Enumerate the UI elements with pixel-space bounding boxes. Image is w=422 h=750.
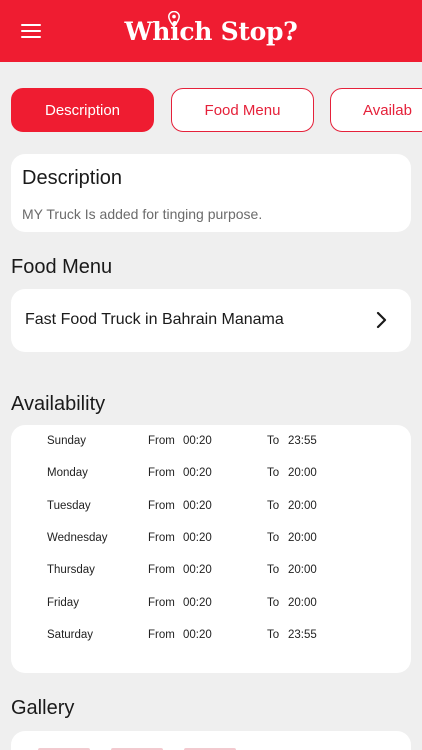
day-label: Saturday [47,629,94,641]
from-time: 00:20 [183,597,212,609]
availability-row: Friday From 00:20 To 20:00 [11,597,411,617]
from-label: From [148,564,175,576]
to-time: 23:55 [288,629,317,641]
tab-availability[interactable]: Availab [330,88,422,132]
from-label: From [148,500,175,512]
to-time: 23:55 [288,435,317,447]
availability-row: Monday From 00:20 To 20:00 [11,467,411,487]
availability-row: Wednesday From 00:20 To 20:00 [11,532,411,552]
from-time: 00:20 [183,532,212,544]
description-title: Description [22,167,123,189]
to-time: 20:00 [288,564,317,576]
to-label: To [267,500,280,512]
description-text: MY Truck Is added for tinging purpose. [22,206,263,222]
day-label: Tuesday [47,500,91,512]
to-label: To [267,532,280,544]
from-label: From [148,435,175,447]
availability-title: Availability [11,393,106,415]
from-time: 00:20 [183,435,212,447]
app-title-text: Which Stop? [124,16,298,46]
description-card: Description MY Truck Is added for tingin… [11,154,411,232]
tab-bar: Description Food Menu Availab [0,88,422,132]
food-menu-item-label: Fast Food Truck in Bahrain Manama [25,311,284,328]
to-label: To [267,467,280,479]
availability-card: Sunday From 00:20 To 23:55 Monday From 0… [11,425,411,673]
day-label: Monday [47,467,88,479]
to-label: To [267,564,280,576]
app-header: Which Stop? [0,0,422,62]
day-label: Sunday [47,435,87,447]
to-time: 20:00 [288,532,317,544]
from-time: 00:20 [183,629,212,641]
from-label: From [148,467,175,479]
food-menu-item[interactable]: Fast Food Truck in Bahrain Manama [11,289,411,352]
tab-description[interactable]: Description [11,88,154,132]
gallery-card [11,731,411,750]
hamburger-menu-icon[interactable] [21,23,41,39]
availability-row: Sunday From 00:20 To 23:55 [11,435,411,455]
to-time: 20:00 [288,467,317,479]
to-label: To [267,629,280,641]
to-time: 20:00 [288,500,317,512]
availability-row: Thursday From 00:20 To 20:00 [11,564,411,584]
gallery-title: Gallery [11,697,75,719]
availability-row: Saturday From 00:20 To 23:55 [11,629,411,649]
app-title: Which Stop? [124,10,298,46]
tab-food-menu[interactable]: Food Menu [171,88,314,132]
from-label: From [148,629,175,641]
food-menu-title: Food Menu [11,256,113,278]
from-time: 00:20 [183,467,212,479]
location-pin-icon [167,10,180,27]
chevron-right-icon [376,311,387,329]
from-label: From [148,532,175,544]
day-label: Thursday [47,564,95,576]
from-time: 00:20 [183,500,212,512]
from-time: 00:20 [183,564,212,576]
from-label: From [148,597,175,609]
to-time: 20:00 [288,597,317,609]
to-label: To [267,597,280,609]
day-label: Wednesday [47,532,108,544]
day-label: Friday [47,597,79,609]
to-label: To [267,435,280,447]
availability-row: Tuesday From 00:20 To 20:00 [11,500,411,520]
